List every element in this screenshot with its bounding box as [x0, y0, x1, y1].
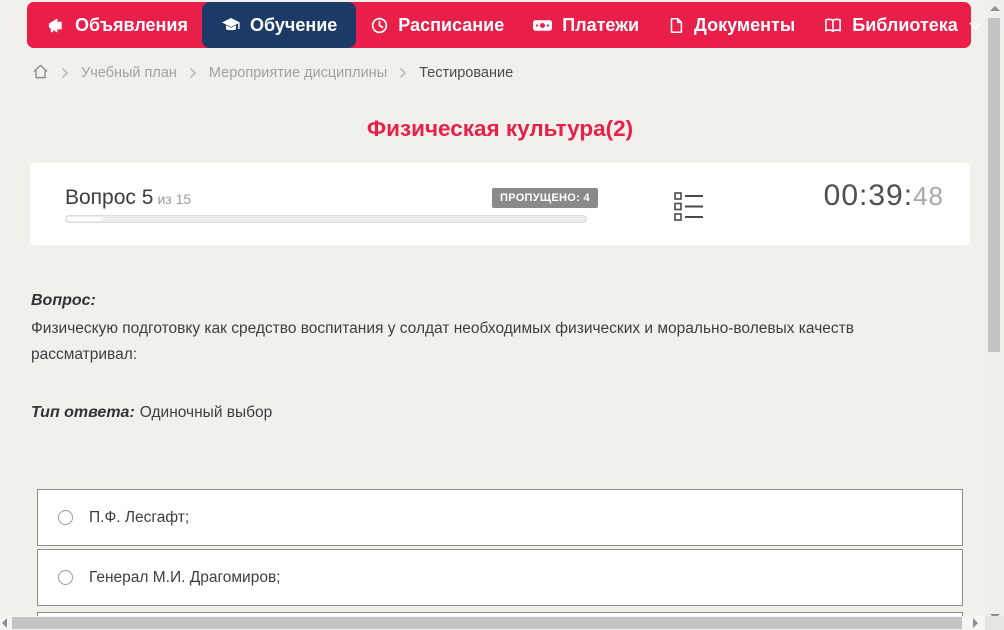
main-navbar: Объявления Обучение Расписание Платежи Д…: [27, 2, 982, 48]
progress-bar: [65, 215, 587, 223]
chevron-right-icon: [61, 67, 69, 79]
timer-seconds: 48: [913, 181, 944, 211]
breadcrumb-study-plan[interactable]: Учебный план: [81, 65, 177, 81]
document-icon: [667, 16, 685, 35]
horizontal-scrollbar-thumb[interactable]: [12, 617, 962, 629]
scroll-up-arrow[interactable]: [990, 6, 1000, 11]
scrollbar-corner: [985, 616, 1004, 630]
chevron-right-icon: [189, 67, 197, 79]
nav-item-label: Платежи: [562, 14, 640, 35]
breadcrumb-testing: Тестирование: [419, 65, 514, 81]
clock-icon: [370, 16, 389, 35]
banknote-icon: [532, 16, 553, 35]
question-number: Вопрос 5 из 15: [65, 186, 192, 209]
question-text: Физическую подготовку как средство воспи…: [31, 320, 854, 363]
question-header-card: Вопрос 5 из 15 ПРОПУЩЕНО: 4 00:39:48: [30, 163, 970, 245]
nav-item-label: Библиотека: [852, 14, 958, 35]
timer-minutes: 00:39:: [823, 179, 914, 212]
question-list-icon[interactable]: [674, 191, 704, 227]
answer-option-2[interactable]: Генерал М.И. Драгомиров;: [37, 549, 963, 606]
skipped-badge: ПРОПУЩЕНО: 4: [492, 188, 598, 208]
answer-type-row: Тип ответа: Одиночный выбор: [31, 404, 272, 422]
page-title: Физическая культура(2): [366, 116, 634, 141]
nav-item-payments[interactable]: Платежи: [518, 2, 653, 48]
open-book-icon: [823, 16, 843, 35]
breadcrumb: Учебный план Мероприятие дисциплины Тест…: [32, 63, 513, 83]
question-label: Вопрос:: [31, 292, 96, 309]
megaphone-icon: [47, 16, 66, 35]
answer-option-label: П.Ф. Лесгафт;: [89, 508, 190, 526]
nav-item-documents[interactable]: Документы: [653, 2, 809, 48]
nav-item-library[interactable]: Библиотека: [809, 2, 996, 48]
graduation-cap-icon: [221, 15, 241, 35]
vertical-scrollbar[interactable]: [985, 0, 1004, 630]
question-total: из 15: [157, 191, 192, 207]
chevron-down-icon: [969, 22, 982, 31]
nav-item-education[interactable]: Обучение: [201, 2, 357, 48]
answer-type-value: Одиночный выбор: [139, 404, 273, 421]
nav-item-label: Обучение: [249, 14, 338, 35]
nav-item-label: Объявления: [75, 14, 188, 35]
scroll-left-arrow[interactable]: [2, 618, 7, 628]
radio-button[interactable]: [58, 510, 73, 525]
nav-item-label: Расписание: [398, 14, 505, 35]
nav-item-schedule[interactable]: Расписание: [356, 2, 518, 48]
vertical-scrollbar-thumb[interactable]: [988, 18, 1000, 352]
nav-item-label: Документы: [694, 14, 796, 35]
home-icon[interactable]: [32, 63, 49, 84]
answer-option-label: Генерал М.И. Драгомиров;: [89, 568, 281, 586]
horizontal-scrollbar[interactable]: [0, 616, 985, 630]
chevron-right-icon: [399, 67, 407, 79]
scroll-right-arrow[interactable]: [973, 618, 978, 628]
answer-type-label: Тип ответа:: [31, 404, 135, 421]
breadcrumb-discipline-event[interactable]: Мероприятие дисциплины: [209, 65, 387, 81]
timer: 00:39:48: [824, 179, 944, 213]
radio-button[interactable]: [58, 570, 73, 585]
nav-item-announcements[interactable]: Объявления: [33, 2, 202, 48]
progress-bar-fill: [67, 217, 103, 221]
answer-option-1[interactable]: П.Ф. Лесгафт;: [37, 489, 963, 546]
